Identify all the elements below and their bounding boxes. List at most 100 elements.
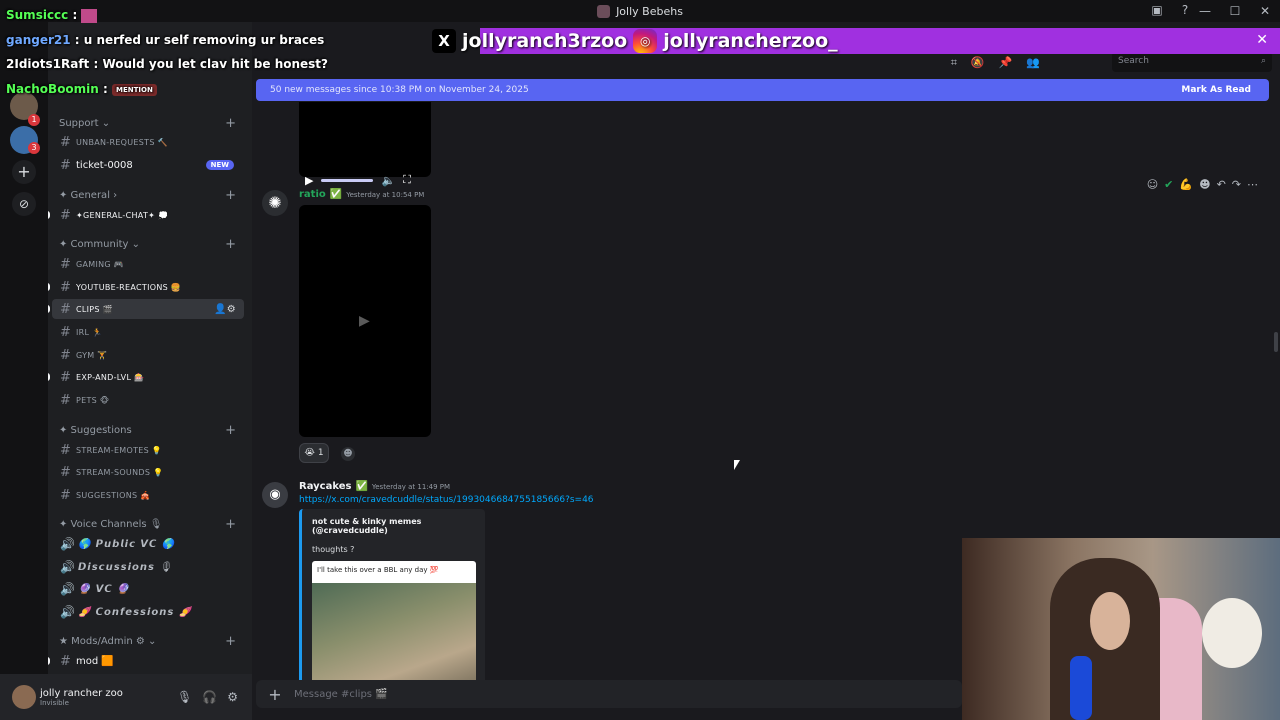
channel-pets[interactable]: # PETS 🐵 (52, 390, 244, 410)
add-channel-icon[interactable]: + (225, 634, 236, 649)
voice-channel-confessions[interactable]: 🔊 🍠 𝘾𝙤𝙣𝙛𝙚𝙨𝙨𝙞𝙤𝙣𝙨 🍠 (52, 602, 244, 622)
channel-exp-and-lvl[interactable]: # EXP-AND-LVL 🎰 (48, 367, 244, 387)
category-support[interactable]: Support ⌄ + (59, 116, 246, 131)
checkmark-reaction-icon[interactable]: ✔ (1164, 178, 1173, 191)
add-reaction-icon[interactable]: ☻ (341, 447, 355, 461)
volume-icon[interactable]: 🔈 (381, 174, 395, 187)
microphone-icon[interactable]: 🎙 (177, 690, 192, 704)
fullscreen-icon[interactable]: ⛶ (403, 173, 411, 187)
inbox-icon[interactable]: ▣ (1150, 3, 1164, 17)
message-timestamp: Yesterday at 11:49 PM (371, 482, 451, 491)
reply-icon[interactable]: ↶ (1217, 178, 1226, 191)
category-label: ✦ Voice Channels 🎙 (59, 519, 163, 530)
voice-channel-vc[interactable]: 🔊 🔮 𝙑𝘾 🔮 (52, 579, 244, 599)
message-author[interactable]: ratio ✅ Yesterday at 10:54 PM (299, 189, 424, 200)
channel-irl[interactable]: # IRL 🏃 (52, 322, 244, 342)
server-icon (597, 4, 611, 18)
voice-channel-discussions[interactable]: 🔊 𝘿𝙞𝙨𝙘𝙪𝙨𝙨𝙞𝙤𝙣𝙨 🎙 (52, 557, 244, 577)
channel-unban-requests[interactable]: # UNBAN-REQUESTS 🔨 (52, 132, 244, 152)
channel-clips[interactable]: # CLIPS 🎬 👤⚙ (48, 299, 244, 319)
channel-suggestions[interactable]: # SUGGESTIONS 🎪 (52, 485, 244, 505)
category-community[interactable]: ✦ Community ⌄ + (59, 237, 246, 252)
discover-icon[interactable]: ⊘ (12, 192, 36, 216)
avatar[interactable]: ✺ (262, 190, 288, 216)
add-channel-icon[interactable]: + (225, 237, 236, 252)
channel-gym[interactable]: # GYM 🏋 (52, 345, 244, 365)
channel-ticket[interactable]: # ticket-0008 NEW (52, 155, 244, 175)
channel-general-chat[interactable]: # ✦GENERAL-CHAT✦ 💭 (48, 205, 244, 225)
volume-slider[interactable] (321, 178, 374, 182)
category-mods-admin[interactable]: ★ Mods/Admin ⚙ ⌄ + (59, 634, 246, 649)
message-author[interactable]: Raycakes ✅ Yesterday at 11:49 PM (299, 481, 450, 492)
channel-stream-emotes[interactable]: # STREAM-EMOTES 💡 (52, 440, 244, 460)
video-attachment[interactable]: ▶ (299, 205, 431, 437)
hash-icon: # (60, 134, 72, 150)
category-label: ✦ Suggestions (59, 425, 132, 436)
mark-as-read-button[interactable]: Mark As Read (1181, 85, 1251, 95)
members-icon[interactable]: 👥 (1026, 56, 1040, 70)
add-channel-icon[interactable]: + (225, 423, 236, 438)
hash-icon: # (60, 464, 72, 480)
search-placeholder: Search (1118, 56, 1149, 66)
search-input[interactable]: Search ⌕ (1112, 52, 1272, 72)
verified-badge-icon: ✅ (329, 189, 343, 200)
webcam-overlay (962, 538, 1280, 720)
chat-message: u nerfed ur self removing ur braces (79, 33, 325, 47)
reaction-chip[interactable]: 😭 1 (299, 443, 329, 463)
close-button[interactable]: ✕ (1250, 4, 1280, 18)
channel-stream-sounds[interactable]: # STREAM-SOUNDS 💡 (52, 462, 244, 482)
add-channel-icon[interactable]: + (225, 517, 236, 532)
new-badge: NEW (205, 160, 234, 170)
close-icon[interactable]: ✕ (1256, 32, 1268, 48)
invite-settings-icons[interactable]: 👤⚙ (214, 304, 236, 315)
channel-label: GYM 🏋 (76, 350, 108, 360)
channel-youtube-reactions[interactable]: # YOUTUBE-REACTIONS 🍔 (48, 277, 244, 297)
play-icon[interactable]: ▶ (359, 313, 370, 329)
add-server-icon[interactable]: + (12, 160, 36, 184)
add-channel-icon[interactable]: + (225, 116, 236, 131)
add-attachment-icon[interactable]: + (256, 685, 294, 704)
video-attachment[interactable]: ▶ 🔈 ⛶ (299, 102, 431, 187)
channel-label: STREAM-SOUNDS 💡 (76, 467, 164, 477)
more-options-icon[interactable]: ⋯ (1247, 178, 1258, 191)
hash-icon: # (60, 256, 72, 272)
add-reaction-icon[interactable]: ☻ (1199, 178, 1210, 191)
channel-label: ticket-0008 (76, 159, 133, 171)
minimize-button[interactable]: — (1190, 4, 1220, 18)
muscle-reaction-icon[interactable]: 💪 (1179, 178, 1193, 191)
mute-bell-icon[interactable]: 🔕 (971, 56, 985, 70)
composer-placeholder: Message #clips 🎬 (294, 688, 388, 700)
channel-gaming[interactable]: # GAMING 🎮 (52, 254, 244, 274)
voice-channel-public-vc[interactable]: 🔊 🌎 𝙋𝙪𝙗𝙡𝙞𝙘 𝙑𝘾 🌎 (52, 534, 244, 554)
channel-mod[interactable]: # mod 🟧 (48, 651, 244, 671)
category-voice[interactable]: ✦ Voice Channels 🎙 + (59, 517, 246, 532)
channel-sidebar: Support ⌄ + # UNBAN-REQUESTS 🔨 # ticket-000… (48, 22, 252, 674)
channel-label: CLIPS 🎬 (76, 304, 113, 314)
forward-icon[interactable]: ↷ (1232, 178, 1241, 191)
chat-separator: : (70, 33, 80, 47)
avatar[interactable]: ◉ (262, 482, 288, 508)
channel-label: STREAM-EMOTES 💡 (76, 445, 163, 455)
message-composer[interactable]: + Message #clips 🎬 (256, 680, 962, 708)
play-icon[interactable]: ▶ (305, 174, 313, 187)
add-channel-icon[interactable]: + (225, 188, 236, 203)
scrollbar[interactable] (1274, 332, 1278, 352)
category-general[interactable]: ✦ General › + (59, 188, 246, 203)
threads-icon[interactable]: ⌗ (951, 56, 957, 70)
category-suggestions[interactable]: ✦ Suggestions + (59, 423, 246, 438)
settings-gear-icon[interactable]: ⚙ (227, 690, 238, 704)
social-handles: X jollyranch3rzoo ◎ jollyrancherzoo_ (432, 28, 838, 54)
avatar[interactable] (12, 685, 36, 709)
channel-label: PETS 🐵 (76, 395, 110, 405)
embed-image[interactable]: I'll take this over a BBL any day 💯 (312, 561, 476, 697)
reaction-emoji-icon[interactable]: ☺ (1147, 178, 1158, 191)
new-messages-bar[interactable]: 50 new messages since 10:38 PM on Novemb… (256, 79, 1269, 101)
channel-label: GAMING 🎮 (76, 259, 125, 269)
category-label: ✦ Community (59, 239, 129, 250)
message-link[interactable]: https://x.com/cravedcuddle/status/199304… (299, 495, 594, 505)
link-embed: not cute & kinky memes (@cravedcuddle) t… (299, 509, 485, 697)
pin-icon[interactable]: 📌 (999, 56, 1013, 70)
headphones-icon[interactable]: 🎧 (202, 690, 217, 704)
maximize-button[interactable]: ☐ (1220, 4, 1250, 18)
embed-title[interactable]: not cute & kinky memes (@cravedcuddle) (312, 517, 475, 535)
